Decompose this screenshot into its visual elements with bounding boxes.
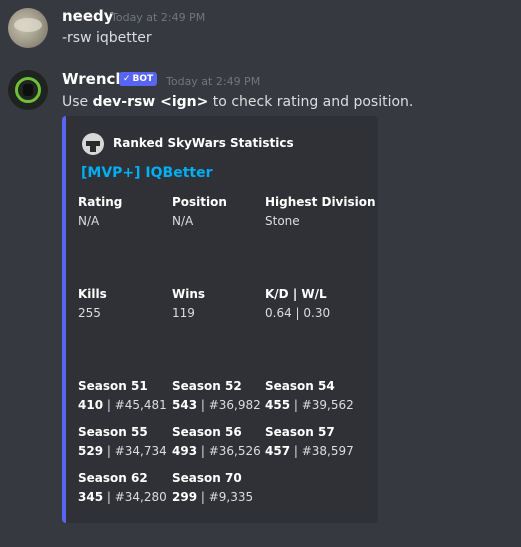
- stats-embed: Ranked SkyWars Statistics [MVP+] IQBette…: [62, 116, 378, 523]
- field-kills: Kills 255: [78, 286, 107, 321]
- field-name: Season 57: [265, 425, 335, 439]
- bot-badge: ✓ BOT: [119, 72, 158, 86]
- field-season-56: Season 56 493 | #36,526: [172, 424, 261, 459]
- field-value: 119: [172, 306, 195, 320]
- message-text: -rsw iqbetter: [62, 30, 152, 46]
- username[interactable]: needy: [62, 7, 114, 25]
- message-text: Use dev-rsw <ign> to check rating and po…: [62, 94, 413, 110]
- field-name: Season 54: [265, 379, 335, 393]
- field-name: K/D | W/L: [265, 287, 327, 301]
- field-name: Kills: [78, 287, 107, 301]
- field-value: 410 | #45,481: [78, 398, 167, 412]
- field-season-62: Season 62 345 | #34,280: [78, 470, 167, 505]
- field-name: Season 55: [78, 425, 148, 439]
- field-value: 299 | #9,335: [172, 490, 254, 504]
- field-value: 493 | #36,526: [172, 444, 261, 458]
- field-highest-division: Highest Division Stone: [265, 194, 376, 229]
- field-season-52: Season 52 543 | #36,982: [172, 378, 261, 413]
- field-season-51: Season 51 410 | #45,481: [78, 378, 167, 413]
- field-value: 345 | #34,280: [78, 490, 167, 504]
- field-value: N/A: [172, 214, 194, 228]
- command-text: dev-rsw <ign>: [92, 94, 209, 110]
- avatar[interactable]: [8, 70, 48, 110]
- embed-title[interactable]: [MVP+] IQBetter: [81, 165, 213, 181]
- field-value: Stone: [265, 214, 300, 228]
- timestamp: Today at 2:49 PM: [166, 75, 261, 88]
- username[interactable]: Wrench: [62, 70, 126, 88]
- text-prefix: Use: [62, 94, 93, 110]
- field-name: Season 52: [172, 379, 242, 393]
- field-value: 255: [78, 306, 101, 320]
- embed-author: Ranked SkyWars Statistics: [113, 136, 294, 150]
- field-name: Season 70: [172, 471, 242, 485]
- embed-author-icon: [82, 133, 104, 155]
- field-name: Position: [172, 195, 227, 209]
- field-name: Wins: [172, 287, 206, 301]
- field-rating: Rating N/A: [78, 194, 122, 229]
- field-name: Highest Division: [265, 195, 376, 209]
- avatar[interactable]: [8, 8, 48, 48]
- field-value: 529 | #34,734: [78, 444, 167, 458]
- field-season-54: Season 54 455 | #39,562: [265, 378, 354, 413]
- field-season-57: Season 57 457 | #38,597: [265, 424, 354, 459]
- field-name: Rating: [78, 195, 123, 209]
- text-suffix: to check rating and position.: [208, 94, 414, 110]
- field-value: 543 | #36,982: [172, 398, 261, 412]
- timestamp: Today at 2:49 PM: [111, 11, 206, 24]
- field-name: Season 62: [78, 471, 148, 485]
- field-value: 455 | #39,562: [265, 398, 354, 412]
- field-name: Season 56: [172, 425, 242, 439]
- field-kd-wl: K/D | W/L 0.64 | 0.30: [265, 286, 330, 321]
- field-season-70: Season 70 299 | #9,335: [172, 470, 253, 505]
- bot-badge-label: BOT: [132, 74, 154, 84]
- verified-check-icon: ✓: [123, 74, 131, 84]
- field-wins: Wins 119: [172, 286, 205, 321]
- field-season-55: Season 55 529 | #34,734: [78, 424, 167, 459]
- field-value: 0.64 | 0.30: [265, 306, 331, 320]
- field-value: N/A: [78, 214, 100, 228]
- field-position: Position N/A: [172, 194, 227, 229]
- field-value: 457 | #38,597: [265, 444, 354, 458]
- field-name: Season 51: [78, 379, 148, 393]
